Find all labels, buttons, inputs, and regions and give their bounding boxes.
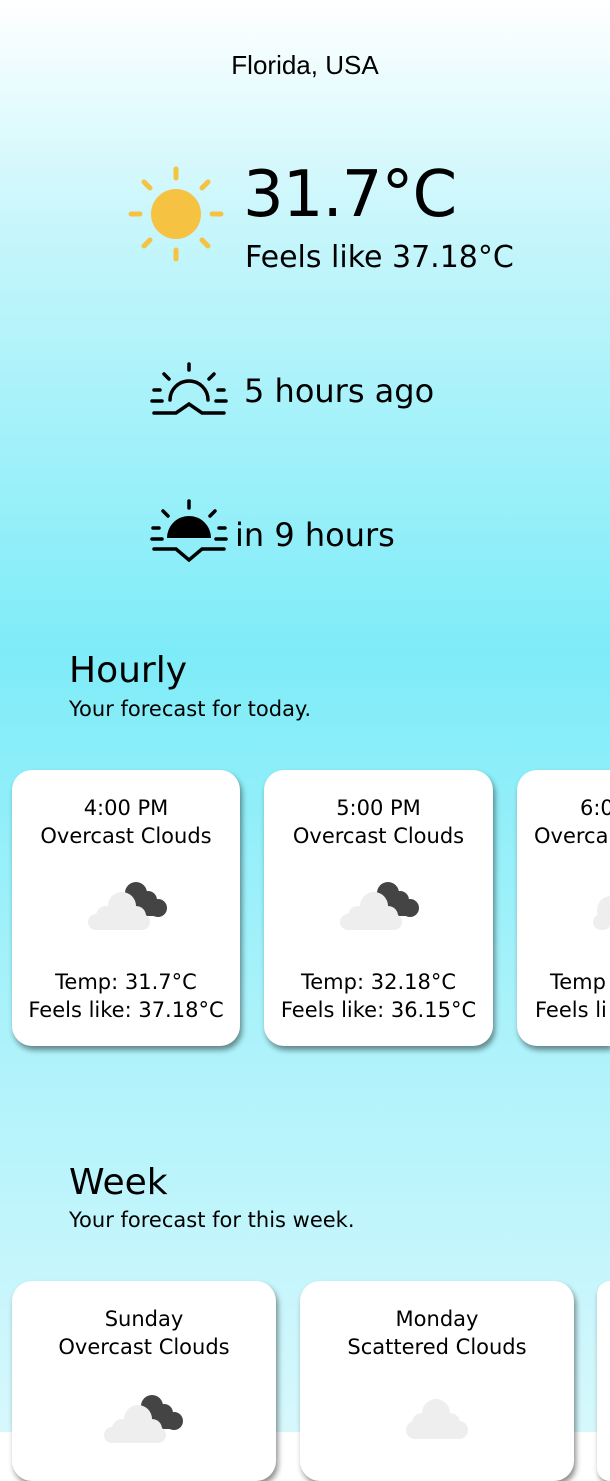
week-subtitle: Your forecast for this week. bbox=[69, 1208, 355, 1232]
hourly-card[interactable]: 4:00 PM Overcast Clouds Temp: 31.7°C Fee… bbox=[12, 770, 240, 1046]
hourly-description: Overcast Clouds bbox=[292, 824, 465, 848]
week-day: Monday bbox=[395, 1307, 479, 1331]
hourly-temp: Temp: 31.7°C bbox=[55, 970, 197, 994]
hourly-feels-like: Feels like: 37.18°C bbox=[28, 998, 224, 1022]
week-card[interactable]: Sunday Overcast Clouds bbox=[12, 1281, 276, 1481]
feels-like-label: Feels like 37.18°C bbox=[245, 240, 514, 275]
week-title: Week bbox=[69, 1162, 168, 1203]
hourly-temp: Temp: 32.18°C bbox=[301, 970, 456, 994]
sunset-time: in 9 hours bbox=[235, 516, 395, 554]
overcast-clouds-icon bbox=[88, 882, 167, 930]
hourly-description: Overcast Clouds bbox=[40, 824, 212, 848]
sunrise-icon bbox=[150, 362, 228, 415]
overcast-clouds-icon bbox=[340, 882, 419, 930]
week-day: Sunday bbox=[104, 1307, 184, 1331]
location-label: Florida, USA bbox=[231, 50, 379, 80]
week-description: Overcast Clouds bbox=[58, 1335, 230, 1359]
sun-icon bbox=[128, 166, 224, 262]
current-temperature: 31.7°C bbox=[243, 158, 457, 232]
sunrise-time: 5 hours ago bbox=[244, 372, 435, 410]
week-description: Scattered Clouds bbox=[347, 1335, 527, 1359]
overcast-clouds-icon bbox=[104, 1395, 183, 1443]
overcast-clouds-icon bbox=[593, 896, 610, 930]
hourly-card[interactable]: 6:0 Overca Temp Feels li bbox=[517, 770, 610, 1046]
hourly-time: 5:00 PM bbox=[336, 796, 421, 820]
hourly-time: 6:0 bbox=[580, 796, 610, 820]
hourly-time: 4:00 PM bbox=[83, 796, 169, 820]
week-card[interactable]: Monday Scattered Clouds bbox=[300, 1281, 574, 1481]
week-card-partial[interactable] bbox=[597, 1281, 610, 1481]
current-weather-panel bbox=[0, 0, 610, 652]
hourly-description: Overca bbox=[534, 824, 609, 848]
hourly-card[interactable]: 5:00 PM Overcast Clouds Temp: 32.18°C Fe… bbox=[264, 770, 493, 1046]
hourly-temp: Temp bbox=[550, 970, 606, 994]
hourly-title: Hourly bbox=[69, 650, 188, 691]
hourly-feels-like: Feels li bbox=[535, 998, 607, 1022]
scattered-clouds-icon bbox=[406, 1399, 468, 1439]
hourly-subtitle: Your forecast for today. bbox=[69, 697, 312, 721]
sunset-icon bbox=[150, 499, 228, 563]
hourly-feels-like: Feels like: 36.15°C bbox=[280, 998, 477, 1022]
